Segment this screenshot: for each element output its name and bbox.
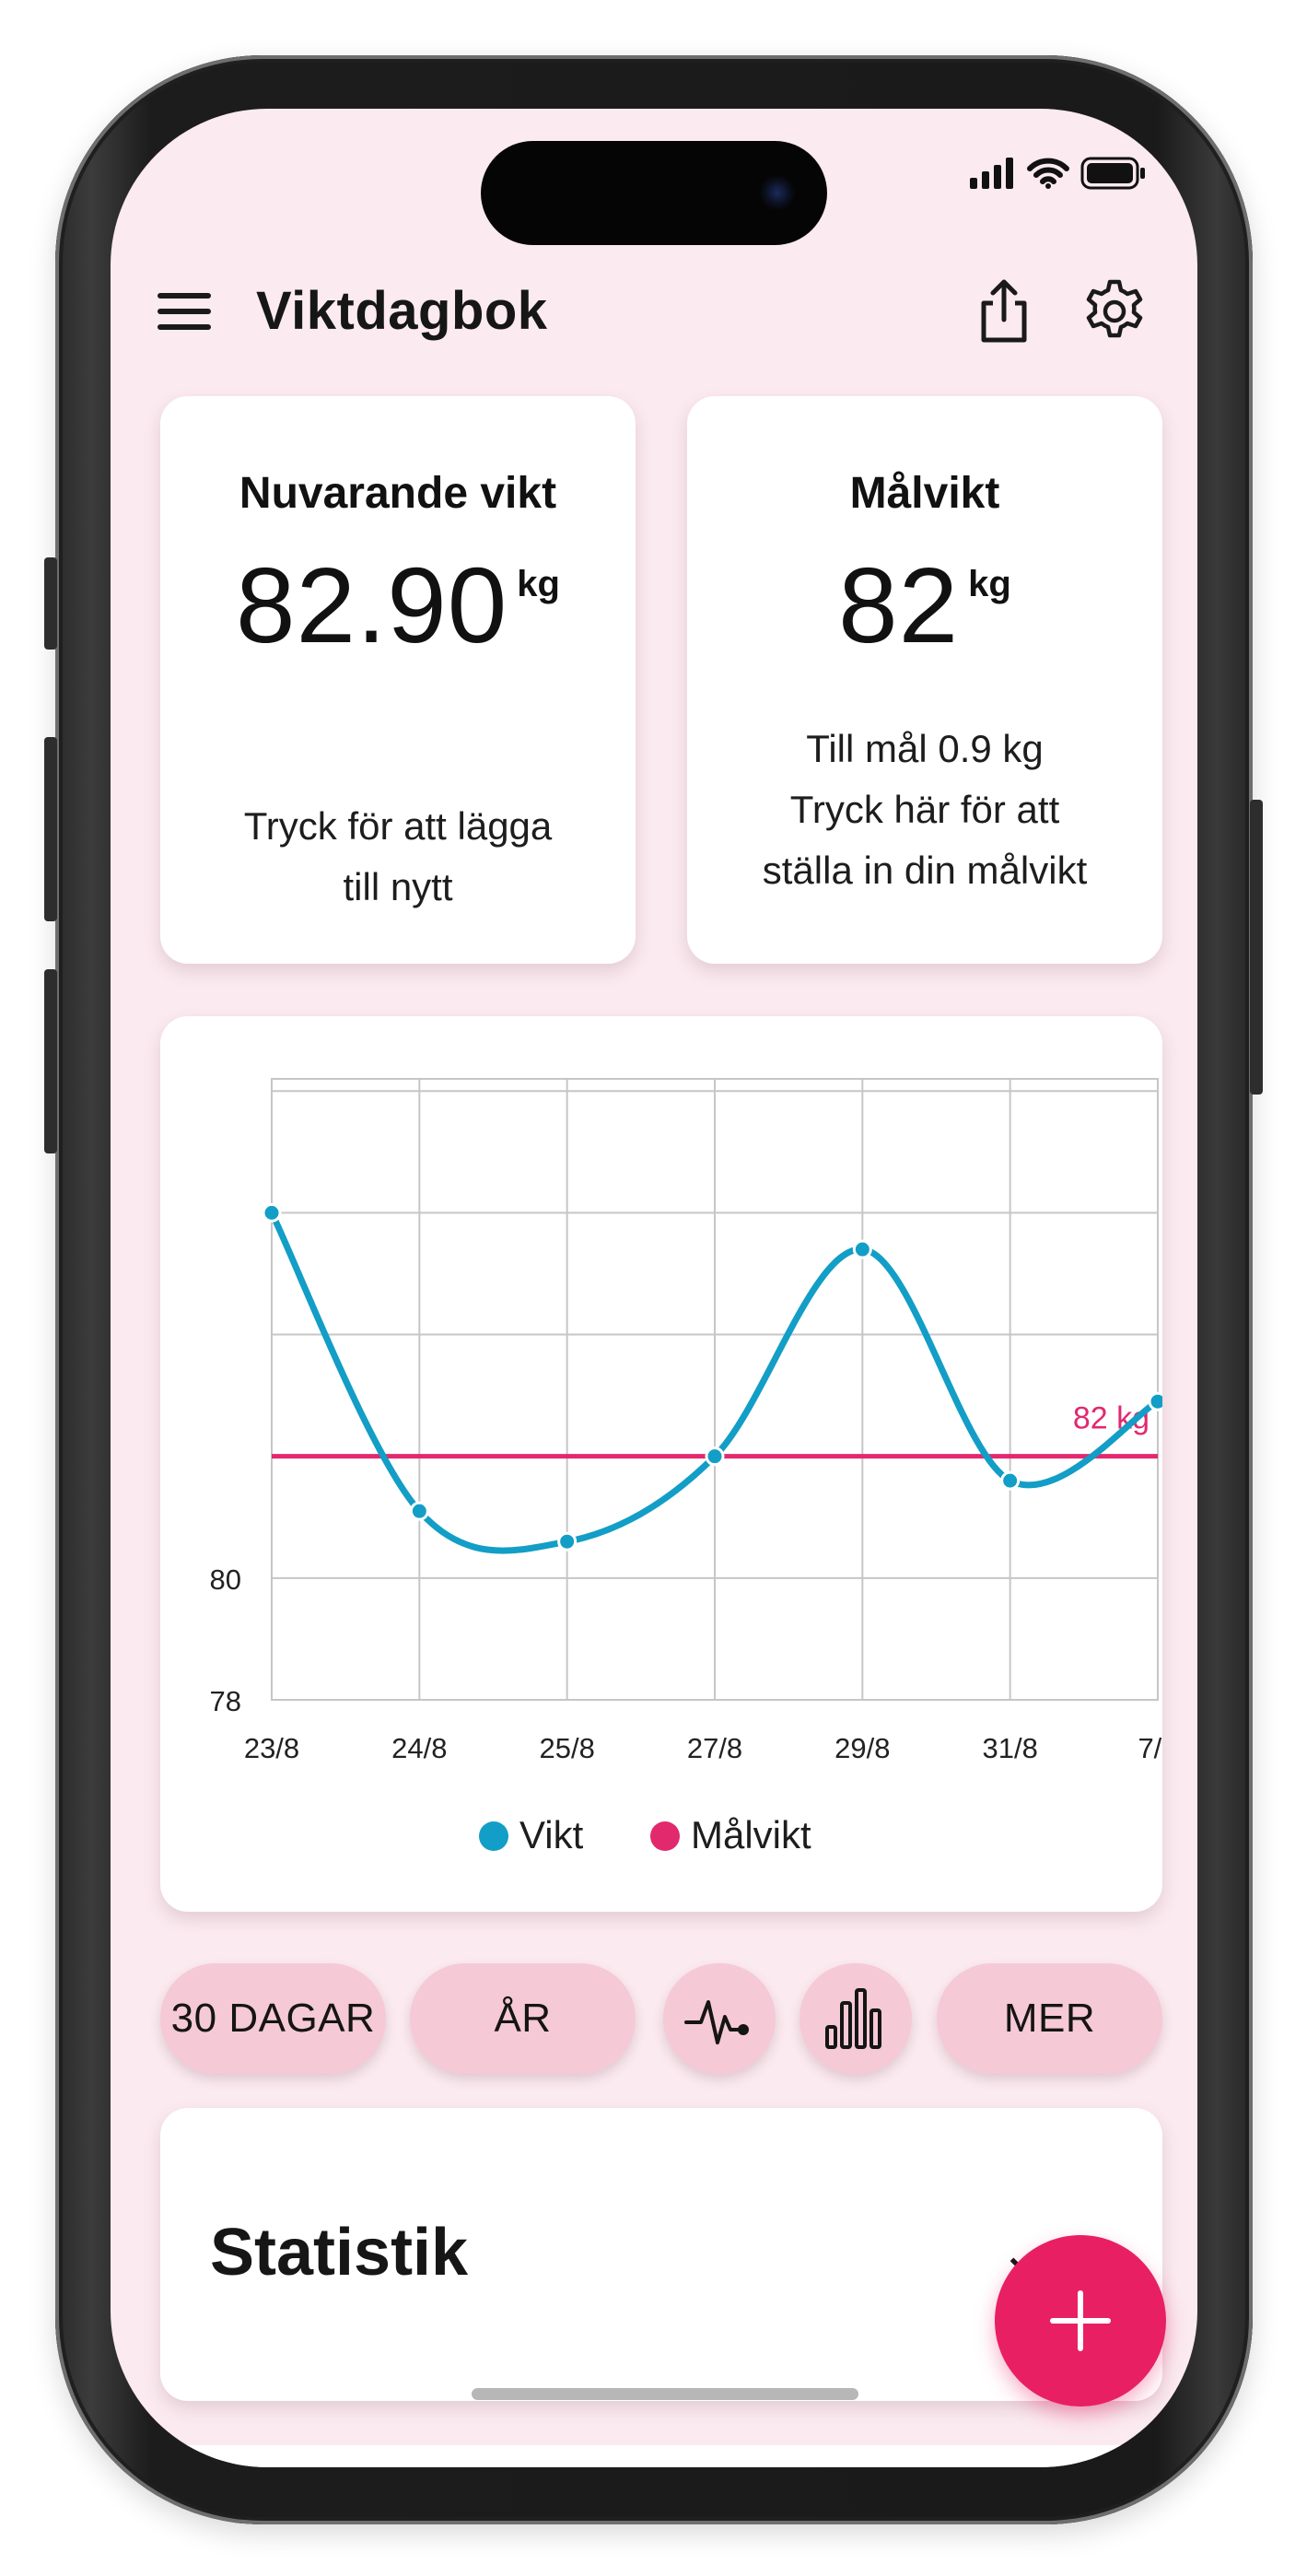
menu-button[interactable]: [147, 275, 221, 348]
y-axis: 78 80: [210, 1563, 241, 1717]
goal-weight-title: Målvikt: [849, 469, 1000, 518]
current-weight-number: 82.90: [236, 545, 508, 665]
plus-icon: [1050, 2290, 1111, 2351]
heartbeat-icon: [684, 2000, 749, 2044]
weight-point: [705, 1446, 725, 1467]
goal-weight-card[interactable]: Målvikt 82 kg Till mål 0.9 kg Tryck här f…: [687, 396, 1162, 964]
legend-marker-goal: [650, 1821, 680, 1851]
more-button[interactable]: MER: [937, 1963, 1162, 2074]
next-card: [160, 2445, 1162, 2467]
add-entry-button[interactable]: [995, 2235, 1166, 2406]
goal-hint-line2: Tryck här för att: [789, 788, 1060, 831]
x-tick-label: 25/8: [539, 1732, 594, 1764]
camera-lens: [759, 174, 796, 211]
goal-weight-unit: kg: [968, 564, 1011, 604]
x-tick-label: 29/8: [834, 1732, 890, 1764]
y-tick-label: 80: [210, 1563, 241, 1596]
y-tick-label: 78: [210, 1685, 241, 1717]
bar-chart-icon: [825, 1988, 881, 2049]
trend-view-button[interactable]: [663, 1963, 776, 2074]
volume-down-button: [44, 969, 57, 1153]
goal-weight-value: 82 kg: [687, 544, 1162, 667]
range-30-days-button[interactable]: 30 DAGAR: [160, 1963, 386, 2074]
weight-series: [262, 1202, 1168, 1554]
goal-hint: Till mål 0.9 kg Tryck här för att ställa…: [706, 719, 1144, 901]
gear-icon: [1086, 279, 1143, 338]
app-title: Viktdagbok: [256, 281, 548, 341]
x-tick-label: 31/8: [982, 1732, 1037, 1764]
statistics-title: Statistik: [210, 2216, 469, 2289]
status-bar: [970, 157, 1147, 190]
chart-legend: Vikt Målvikt: [479, 1813, 811, 1856]
goal-remaining-text: Till mål 0.9 kg: [806, 727, 1044, 770]
add-new-hint: Tryck för att lägga till nytt: [179, 796, 617, 918]
dynamic-island: [481, 141, 827, 245]
screen: Viktdagbok Nuvarande vikt 82.90 kg Tryck …: [111, 109, 1197, 2467]
hamburger-icon: [158, 293, 211, 330]
current-weight-unit: kg: [517, 564, 560, 604]
home-indicator: [472, 2388, 858, 2400]
legend-label-weight: Vikt: [519, 1813, 584, 1856]
legend-marker-weight: [479, 1821, 508, 1851]
more-label: MER: [1003, 1996, 1096, 2041]
share-button[interactable]: [967, 275, 1041, 348]
current-weight-title: Nuvarande vikt: [239, 469, 557, 518]
range-year-button[interactable]: ÅR: [410, 1963, 636, 2074]
volume-up-button: [44, 737, 57, 921]
bar-view-button[interactable]: [799, 1963, 912, 2074]
weight-point: [557, 1531, 578, 1551]
weight-point: [409, 1501, 429, 1521]
weight-chart: 7880 23/824/825/827/829/831/87/9 82 kg V…: [210, 1078, 1178, 1856]
app-bar: Viktdagbok: [111, 247, 1197, 367]
x-tick-label: 23/8: [244, 1732, 299, 1764]
chart-grid: [271, 1078, 1159, 1701]
goal-weight-number: 82: [838, 545, 960, 665]
weight-chart-card: 7880 23/824/825/827/829/831/87/9 82 kg V…: [160, 1016, 1178, 1912]
range-year-label: ÅR: [494, 1996, 552, 2041]
settings-button[interactable]: [1078, 275, 1151, 348]
add-new-hint-line2: till nytt: [343, 865, 453, 908]
power-button: [1250, 800, 1263, 1095]
x-tick-label: 24/8: [391, 1732, 447, 1764]
x-tick-label: 27/8: [687, 1732, 742, 1764]
goal-hint-line3: ställa in din målvikt: [762, 849, 1088, 892]
weight-point: [262, 1202, 282, 1223]
signal-icon: [970, 158, 1013, 189]
wifi-icon: [1027, 158, 1069, 189]
range-30-days-label: 30 DAGAR: [170, 1996, 376, 2041]
x-tick-label: 7/9: [1138, 1732, 1162, 1764]
weight-point: [1148, 1391, 1168, 1411]
weight-point: [1000, 1470, 1021, 1491]
x-axis: 23/8 24/8 25/8 27/8 29/8 31/8 7/9: [244, 1732, 1178, 1764]
add-new-hint-line1: Tryck för att lägga: [243, 804, 553, 848]
current-weight-card[interactable]: Nuvarande vikt 82.90 kg Tryck för att läg…: [160, 396, 636, 964]
share-icon: [981, 279, 1027, 343]
action-button: [44, 557, 57, 650]
battery-icon: [1080, 157, 1145, 190]
weight-point: [852, 1239, 872, 1259]
legend-label-goal: Målvikt: [691, 1813, 811, 1856]
current-weight-value: 82.90 kg: [160, 544, 636, 667]
